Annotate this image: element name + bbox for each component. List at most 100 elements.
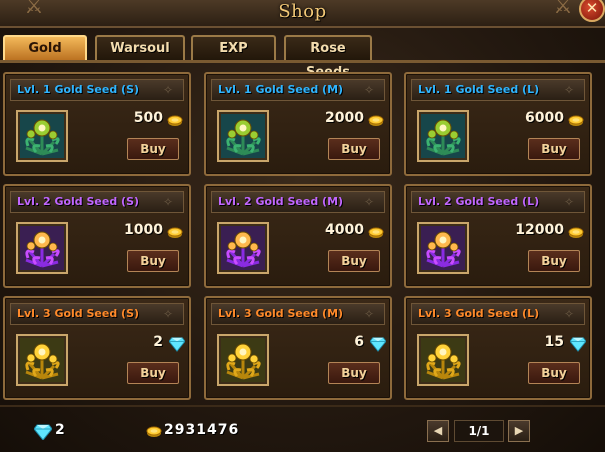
tabs-divider — [0, 60, 605, 63]
shop-item-card: Lvl. 1 Gold Seed (M) ✧ 2000 Buy — [204, 72, 392, 176]
diamond-icon — [370, 337, 386, 352]
diamond-icon — [570, 337, 586, 352]
item-name: Lvl. 1 Gold Seed (S) — [17, 83, 140, 96]
tab-gold[interactable]: Gold — [3, 35, 87, 61]
item-icon-slot[interactable] — [16, 334, 68, 386]
item-name: Lvl. 1 Gold Seed (M) — [218, 83, 344, 96]
gold-coin-icon — [368, 227, 384, 238]
gold-seed-icon — [221, 226, 265, 270]
diamond-balance: 2 — [55, 422, 65, 438]
shop-item-card: Lvl. 2 Gold Seed (L) ✧ 12000 Buy — [404, 184, 592, 288]
gold-seed-icon — [20, 338, 64, 382]
buy-button[interactable]: Buy — [328, 138, 380, 160]
ornament-icon: ✧ — [163, 83, 174, 97]
ornament-icon: ✧ — [163, 307, 174, 321]
item-name: Lvl. 3 Gold Seed (L) — [418, 307, 540, 320]
diamond-icon — [169, 337, 185, 352]
ornament-icon: ✧ — [163, 195, 174, 209]
item-price: 2 — [153, 334, 163, 350]
title-bar: ⚔ Shop ⚔ ✕ — [0, 0, 605, 28]
crossed-swords-icon: ⚔ — [553, 0, 573, 19]
shop-item-card: Lvl. 3 Gold Seed (M) ✧ 6 Buy — [204, 296, 392, 400]
ornament-icon: ✧ — [564, 307, 575, 321]
item-name: Lvl. 3 Gold Seed (M) — [218, 307, 344, 320]
shop-item-card: Lvl. 2 Gold Seed (S) ✧ 1000 Buy — [3, 184, 191, 288]
item-icon-slot[interactable] — [217, 110, 269, 162]
gold-seed-icon — [221, 338, 265, 382]
gold-coin-icon — [167, 115, 183, 126]
ornament-icon: ✧ — [364, 195, 375, 209]
buy-button[interactable]: Buy — [528, 138, 580, 160]
diamond-icon — [34, 424, 52, 440]
page-prev-button[interactable]: ◀ — [427, 420, 449, 442]
buy-button[interactable]: Buy — [127, 362, 179, 384]
footer-divider — [0, 405, 605, 407]
item-price: 6000 — [525, 110, 564, 126]
gold-coin-icon — [568, 227, 584, 238]
shop-tabs: Gold Warsoul EXP Rose Seeds — [0, 35, 605, 80]
item-name: Lvl. 2 Gold Seed (M) — [218, 195, 344, 208]
buy-button[interactable]: Buy — [328, 250, 380, 272]
item-name: Lvl. 1 Gold Seed (L) — [418, 83, 540, 96]
item-icon-slot[interactable] — [217, 334, 269, 386]
gold-coin-icon — [146, 426, 162, 437]
page-indicator: 1/1 — [454, 420, 504, 442]
item-icon-slot[interactable] — [217, 222, 269, 274]
item-name: Lvl. 2 Gold Seed (S) — [17, 195, 140, 208]
page-prev-icon: ◀ — [433, 424, 443, 437]
item-name: Lvl. 2 Gold Seed (L) — [418, 195, 540, 208]
item-icon-slot[interactable] — [417, 334, 469, 386]
ornament-icon: ✧ — [364, 83, 375, 97]
gold-coin-icon — [568, 115, 584, 126]
item-icon-slot[interactable] — [16, 110, 68, 162]
gold-seed-icon — [20, 114, 64, 158]
gold-coin-icon — [167, 227, 183, 238]
buy-button[interactable]: Buy — [528, 250, 580, 272]
buy-button[interactable]: Buy — [328, 362, 380, 384]
item-header: Lvl. 2 Gold Seed (L) ✧ — [411, 191, 585, 213]
item-icon-slot[interactable] — [417, 222, 469, 274]
page-next-button[interactable]: ▶ — [508, 420, 530, 442]
gold-seed-icon — [20, 226, 64, 270]
gold-seed-icon — [221, 114, 265, 158]
close-icon: ✕ — [585, 0, 599, 17]
tab-rose-seeds[interactable]: Rose Seeds — [284, 35, 372, 80]
shop-footer: 2 2931476 ◀ 1/1 ▶ — [0, 405, 605, 452]
item-icon-slot[interactable] — [417, 110, 469, 162]
item-header: Lvl. 3 Gold Seed (S) ✧ — [10, 303, 184, 325]
page-next-icon: ▶ — [514, 424, 524, 437]
gold-seed-icon — [421, 226, 465, 270]
buy-button[interactable]: Buy — [127, 138, 179, 160]
shop-item-card: Lvl. 3 Gold Seed (L) ✧ 15 Buy — [404, 296, 592, 400]
item-header: Lvl. 3 Gold Seed (L) ✧ — [411, 303, 585, 325]
ornament-icon: ✧ — [564, 83, 575, 97]
item-header: Lvl. 1 Gold Seed (M) ✧ — [211, 79, 385, 101]
gold-coin-icon — [368, 115, 384, 126]
item-header: Lvl. 2 Gold Seed (S) ✧ — [10, 191, 184, 213]
item-price: 6 — [354, 334, 364, 350]
gold-seed-icon — [421, 114, 465, 158]
shop-window: ⚔ Shop ⚔ ✕ Gold Warsoul EXP Rose Seeds L… — [0, 0, 605, 452]
item-price: 1000 — [124, 222, 163, 238]
item-price: 2000 — [325, 110, 364, 126]
ornament-icon: ✧ — [364, 307, 375, 321]
item-header: Lvl. 1 Gold Seed (S) ✧ — [10, 79, 184, 101]
item-price: 500 — [133, 110, 163, 126]
shop-item-card: Lvl. 1 Gold Seed (L) ✧ 6000 Buy — [404, 72, 592, 176]
tab-exp[interactable]: EXP — [191, 35, 276, 61]
gold-balance: 2931476 — [164, 422, 240, 438]
buy-button[interactable]: Buy — [528, 362, 580, 384]
item-icon-slot[interactable] — [16, 222, 68, 274]
item-name: Lvl. 3 Gold Seed (S) — [17, 307, 140, 320]
shop-item-card: Lvl. 3 Gold Seed (S) ✧ 2 Buy — [3, 296, 191, 400]
buy-button[interactable]: Buy — [127, 250, 179, 272]
ornament-icon: ✧ — [564, 195, 575, 209]
item-header: Lvl. 1 Gold Seed (L) ✧ — [411, 79, 585, 101]
item-price: 12000 — [515, 222, 564, 238]
shop-item-card: Lvl. 1 Gold Seed (S) ✧ 500 Buy — [3, 72, 191, 176]
shop-item-card: Lvl. 2 Gold Seed (M) ✧ 4000 Buy — [204, 184, 392, 288]
item-header: Lvl. 3 Gold Seed (M) ✧ — [211, 303, 385, 325]
tab-warsoul[interactable]: Warsoul — [95, 35, 185, 61]
item-header: Lvl. 2 Gold Seed (M) ✧ — [211, 191, 385, 213]
gold-seed-icon — [421, 338, 465, 382]
